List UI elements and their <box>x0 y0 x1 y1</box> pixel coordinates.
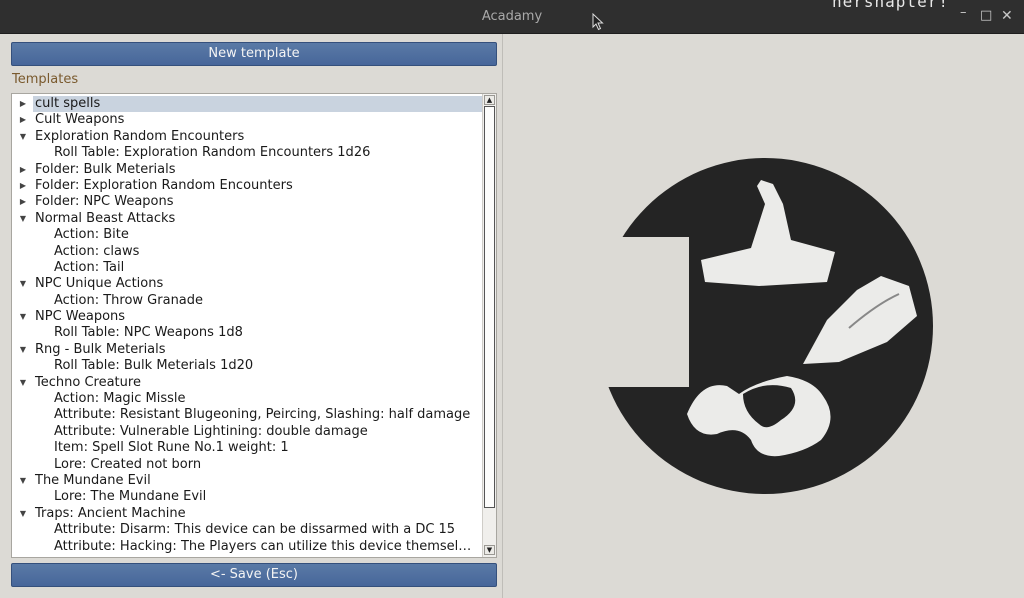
tree-item-label: NPC Weapons <box>35 309 126 325</box>
triangle-down-icon[interactable]: ▼ <box>17 342 29 358</box>
triangle-right-icon[interactable]: ▶ <box>17 178 29 194</box>
tree-child-item[interactable]: Roll Table: NPC Weapons 1d8 <box>12 325 482 341</box>
tree-folder-item[interactable]: ▶ Cult Weapons <box>12 112 482 128</box>
tree-folder-item[interactable]: ▼ Rng - Bulk Meterials <box>12 342 482 358</box>
tree-item-label: Exploration Random Encounters <box>35 128 245 144</box>
tree-item-label: Action: claws <box>54 243 140 259</box>
tree-folder-item[interactable]: ▶ Folder: Exploration Random Encounters <box>12 178 482 194</box>
triangle-right-icon[interactable]: ▶ <box>17 194 29 210</box>
template-tree[interactable]: ▶ cult spells ▶ Cult Weapons ▼ Exploration Ra… <box>11 93 497 558</box>
maximize-button[interactable]: □ <box>980 9 992 23</box>
tree-item-label: Normal Beast Attacks <box>35 210 176 226</box>
tree-item-label: Action: Bite <box>54 227 129 243</box>
templates-label: Templates <box>12 72 79 87</box>
triangle-right-icon[interactable]: ▶ <box>17 96 29 112</box>
tree-item-label: Attribute: Hacking: The Players can util… <box>54 538 478 554</box>
left-panel: New template <box>11 42 497 66</box>
tree-folder-item[interactable]: ▼ Normal Beast Attacks <box>12 211 482 227</box>
tree-child-item[interactable]: Roll Table: Exploration Random Encounter… <box>12 145 482 161</box>
tree-child-item[interactable]: Action: claws <box>12 244 482 260</box>
tree-item-label: Folder: Exploration Random Encounters <box>35 177 293 193</box>
triangle-down-icon[interactable]: ▼ <box>17 129 29 145</box>
tree-child-item[interactable]: Action: Bite <box>12 227 482 243</box>
triangle-down-icon[interactable]: ▼ <box>17 473 29 489</box>
new-template-button[interactable]: New template <box>11 42 497 66</box>
tree-item-label: Folder: Bulk Meterials <box>35 161 176 177</box>
triangle-down-icon[interactable]: ▼ <box>17 211 29 227</box>
tree-child-item[interactable]: Action: Magic Missle <box>12 391 482 407</box>
triangle-right-icon[interactable]: ▶ <box>17 112 29 128</box>
wizard-logo-icon <box>577 158 957 494</box>
minimize-button[interactable]: – <box>960 6 967 20</box>
triangle-down-icon[interactable]: ▼ <box>17 276 29 292</box>
tree-item-label: Attribute: Resistant Blugeoning, Peircin… <box>54 407 471 423</box>
tree-item-label: Lore: The Mundane Evil <box>54 489 207 505</box>
tree-folder-item[interactable]: ▼ Techno Creature <box>12 375 482 391</box>
tree-folder-item[interactable]: ▼ The Mundane Evil <box>12 473 482 489</box>
tree-child-item[interactable]: Lore: The Mundane Evil <box>12 489 482 505</box>
tree-rows: ▶ cult spells ▶ Cult Weapons ▼ Exploration Ra… <box>12 96 482 555</box>
tree-item-label: Traps: Ancient Machine <box>35 505 186 521</box>
panel-divider[interactable] <box>502 34 503 598</box>
tree-folder-item[interactable]: ▼ Traps: Ancient Machine <box>12 506 482 522</box>
save-button[interactable]: <- Save (Esc) <box>11 563 497 587</box>
tree-child-item[interactable]: Attribute: Disarm: This device can be di… <box>12 522 482 538</box>
tree-item-label: Attribute: Vulnerable Lightining: double… <box>54 423 368 439</box>
triangle-down-icon[interactable]: ▼ <box>17 375 29 391</box>
tree-item-label: Roll Table: NPC Weapons 1d8 <box>54 325 243 341</box>
tree-folder-item[interactable]: ▼ NPC Unique Actions <box>12 276 482 292</box>
window-title: Acadamy <box>481 9 543 24</box>
tree-item-label: Action: Magic Missle <box>54 391 186 407</box>
triangle-down-icon[interactable]: ▼ <box>17 309 29 325</box>
scroll-down-icon[interactable]: ▼ <box>484 545 495 555</box>
tree-item-label: cult spells <box>33 96 482 112</box>
tree-child-item[interactable]: Action: Tail <box>12 260 482 276</box>
scroll-up-icon[interactable]: ▲ <box>484 95 495 105</box>
title-bar: hersnapter! Acadamy – □ ✕ <box>0 0 1024 34</box>
tree-item-label: Folder: NPC Weapons <box>35 194 174 210</box>
tree-item-label: NPC Unique Actions <box>35 276 164 292</box>
vertical-scrollbar[interactable]: ▲ ▼ <box>482 94 496 557</box>
scrollbar-thumb[interactable] <box>484 106 495 508</box>
tree-child-item[interactable]: Lore: Created not born <box>12 457 482 473</box>
tree-item-label: Cult Weapons <box>35 112 125 128</box>
tree-folder-item[interactable]: ▶ Folder: NPC Weapons <box>12 194 482 210</box>
tree-item-label: Action: Throw Granade <box>54 292 204 308</box>
main-panel: New template Templates ▶ cult spells ▶ Cult… <box>0 34 1024 598</box>
tree-folder-item[interactable]: ▶ Folder: Bulk Meterials <box>12 162 482 178</box>
tree-item-label: Roll Table: Exploration Random Encounter… <box>54 145 371 161</box>
tree-item-label: Attribute: Disarm: This device can be di… <box>54 522 456 538</box>
tree-folder-item[interactable]: ▼ NPC Weapons <box>12 309 482 325</box>
mouse-cursor-icon <box>592 13 604 31</box>
tree-folder-item[interactable]: ▼ Exploration Random Encounters <box>12 129 482 145</box>
tree-child-item[interactable]: Item: Spell Slot Rune No.1 weight: 1 <box>12 440 482 456</box>
close-button[interactable]: ✕ <box>1001 9 1013 23</box>
tree-child-item[interactable]: Attribute: Vulnerable Lightining: double… <box>12 424 482 440</box>
tree-item-label: Item: Spell Slot Rune No.1 weight: 1 <box>54 440 289 456</box>
tree-child-item[interactable]: Roll Table: Bulk Meterials 1d20 <box>12 358 482 374</box>
tree-item-label: Techno Creature <box>35 374 141 390</box>
tree-folder-item[interactable]: ▶ cult spells <box>12 96 482 112</box>
triangle-right-icon[interactable]: ▶ <box>17 162 29 178</box>
tree-child-item[interactable]: Attribute: Resistant Blugeoning, Peircin… <box>12 407 482 423</box>
tree-item-label: Rng - Bulk Meterials <box>35 341 166 357</box>
triangle-down-icon[interactable]: ▼ <box>17 506 29 522</box>
tree-item-label: Roll Table: Bulk Meterials 1d20 <box>54 358 254 374</box>
tree-child-item[interactable]: Action: Throw Granade <box>12 293 482 309</box>
tree-item-label: Lore: Created not born <box>54 456 202 472</box>
tree-child-item[interactable]: Attribute: Hacking: The Players can util… <box>12 539 482 555</box>
tree-item-label: Action: Tail <box>54 259 125 275</box>
tree-item-label: The Mundane Evil <box>35 472 151 488</box>
